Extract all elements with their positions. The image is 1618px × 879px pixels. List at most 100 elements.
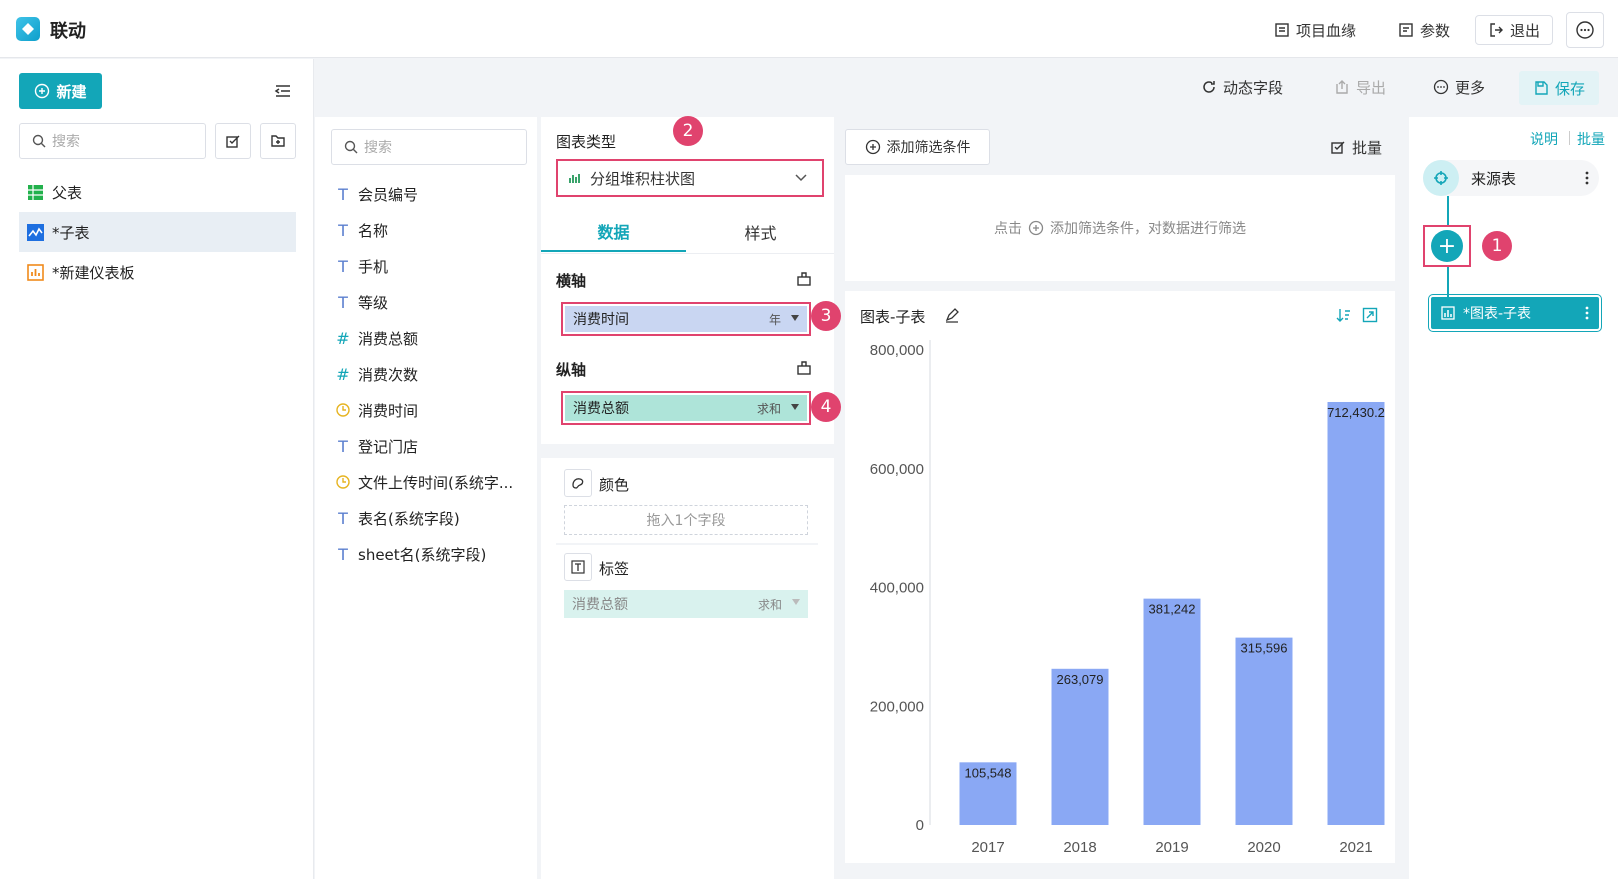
field-item-member-id[interactable]: T 会员编号 [336, 179, 526, 209]
plus-icon: + [1437, 233, 1457, 259]
params-button[interactable]: 参数 [1398, 15, 1450, 45]
field-item-spend-time[interactable]: 消费时间 [336, 395, 526, 425]
table-icon [27, 184, 44, 201]
tag-field-slot[interactable]: 消费总额 求和 [564, 590, 808, 618]
plus-circle-icon [865, 139, 881, 155]
filter-batch-button[interactable]: 批量 [1330, 132, 1382, 162]
sidebar-search-input[interactable]: 搜索 [19, 123, 206, 159]
ellipsis-circle-icon [1576, 21, 1594, 39]
export-icon [1334, 79, 1350, 95]
new-button[interactable]: 新建 [19, 73, 102, 109]
more-button[interactable]: 更多 [1433, 72, 1485, 102]
x-agg-label: 年 [768, 312, 781, 327]
y-tick-label: 200,000 [870, 698, 924, 715]
chart-node[interactable]: *图表-子表 [1428, 294, 1602, 332]
checkbox-edit-icon [1330, 139, 1346, 155]
tab-data[interactable]: 数据 [541, 212, 686, 252]
search-icon [32, 134, 46, 148]
sidebar-search-placeholder: 搜索 [52, 134, 80, 150]
bar-value-label: 381,242 [1149, 602, 1196, 617]
field-item-upload-time[interactable]: 文件上传时间(系统字... [336, 467, 526, 497]
more-label: 更多 [1455, 78, 1486, 97]
project-lineage-button[interactable]: 项目血缘 [1274, 15, 1356, 45]
sidebar-item-label: *子表 [52, 223, 90, 242]
kebab-menu-icon[interactable] [1585, 305, 1589, 321]
add-node-button[interactable]: + [1431, 230, 1463, 262]
clear-icon[interactable] [796, 271, 812, 287]
field-item-level[interactable]: T 等级 [336, 287, 526, 317]
bar [1143, 598, 1201, 825]
right-batch-link[interactable]: 批量 [1577, 129, 1605, 149]
search-icon [344, 140, 358, 154]
export-label: 导出 [1356, 78, 1387, 97]
filter-hint-text: 添加筛选条件，对数据进行筛选 [1050, 221, 1246, 237]
tab-divider [541, 253, 834, 254]
bar-value-label: 105,548 [965, 765, 1012, 780]
link-divider [1569, 131, 1570, 145]
x-field-label: 消费时间 [573, 312, 629, 328]
clock-icon [336, 403, 350, 417]
field-search-placeholder: 搜索 [364, 140, 392, 156]
ellipsis-circle-icon [1433, 79, 1449, 95]
sidebar-item-parent-table[interactable]: 父表 [19, 172, 296, 212]
field-item-phone[interactable]: T 手机 [336, 251, 526, 281]
batch-select-button[interactable] [215, 123, 251, 159]
target-icon [1423, 160, 1459, 196]
x-axis-field-pill[interactable]: 消费时间 年 [565, 306, 807, 332]
x-axis-field-slot[interactable]: 消费时间 年 [561, 302, 811, 336]
field-item-sheet-name[interactable]: Tsheet名(系统字段) [336, 539, 526, 569]
exit-button[interactable]: 退出 [1475, 15, 1554, 45]
field-item-table-name[interactable]: T 表名(系统字段) [336, 503, 526, 533]
chart-type-select[interactable]: 分组堆积柱状图 [556, 159, 824, 197]
edit-icon[interactable] [944, 307, 960, 323]
field-item-store[interactable]: T 登记门店 [336, 431, 526, 461]
explain-link[interactable]: 说明 [1530, 129, 1558, 149]
folder-plus-icon [271, 135, 285, 147]
save-button[interactable]: 保存 [1519, 71, 1599, 105]
sidebar-item-child-table[interactable]: *子表 [19, 212, 296, 252]
bar-chart: 0 200,000 400,000 600,000 800,000 105,548 2017… [870, 340, 1385, 856]
lineage-icon [1274, 22, 1290, 38]
bar-value-label: 263,079 [1057, 672, 1104, 687]
caret-down-icon [792, 599, 800, 605]
field-label: 登记门店 [358, 437, 419, 456]
kebab-menu-icon[interactable] [1585, 170, 1589, 186]
filter-hint-click: 点击 [994, 221, 1022, 237]
new-folder-button[interactable] [260, 123, 296, 159]
field-item-total-spend[interactable]: # 消费总额 [336, 323, 526, 353]
field-item-name[interactable]: T 名称 [336, 215, 526, 245]
y-axis-field-slot[interactable]: 消费总额 求和 [561, 391, 811, 425]
sidebar-item-label: 父表 [52, 183, 83, 202]
filter-empty-area[interactable]: 点击 添加筛选条件，对数据进行筛选 [845, 175, 1395, 281]
chart-title: 图表-子表 [860, 308, 926, 326]
expand-icon[interactable] [1362, 307, 1378, 323]
field-search-input[interactable]: 搜索 [331, 129, 527, 165]
sidebar-item-new-dashboard[interactable]: *新建仪表板 [19, 252, 296, 292]
dynamic-field-label: 动态字段 [1223, 78, 1284, 97]
bar [1235, 637, 1293, 825]
field-item-spend-count[interactable]: # 消费次数 [336, 359, 526, 389]
source-table-node[interactable]: 来源表 [1423, 160, 1599, 196]
add-filter-button[interactable]: 添加筛选条件 [845, 129, 990, 165]
y-axis-field-pill[interactable]: 消费总额 求和 [565, 395, 807, 421]
color-drop-zone[interactable]: 拖入1个字段 [564, 505, 808, 535]
field-label: 消费时间 [358, 401, 419, 420]
dynamic-field-button[interactable]: 动态字段 [1201, 72, 1283, 102]
save-icon [1533, 80, 1549, 96]
more-options-button[interactable] [1566, 12, 1604, 48]
bar-value-label: 712,430.2 [1327, 405, 1385, 420]
sort-icon[interactable] [1336, 307, 1352, 323]
tab-style[interactable]: 样式 [688, 212, 833, 252]
card-divider [556, 543, 818, 545]
tag-field-pill[interactable]: 消费总额 求和 [564, 590, 808, 618]
palette-icon [564, 469, 592, 497]
tag-label: 标签 [599, 560, 630, 578]
collapse-sidebar-icon[interactable] [272, 80, 294, 102]
clear-icon[interactable] [796, 360, 812, 376]
color-drop-hint: 拖入1个字段 [646, 513, 726, 529]
dashboard-icon [27, 263, 44, 281]
y-tick-label: 600,000 [870, 461, 924, 478]
x-tick-label: 2021 [1339, 839, 1372, 856]
export-button[interactable]: 导出 [1334, 72, 1386, 102]
bar [1051, 668, 1109, 825]
